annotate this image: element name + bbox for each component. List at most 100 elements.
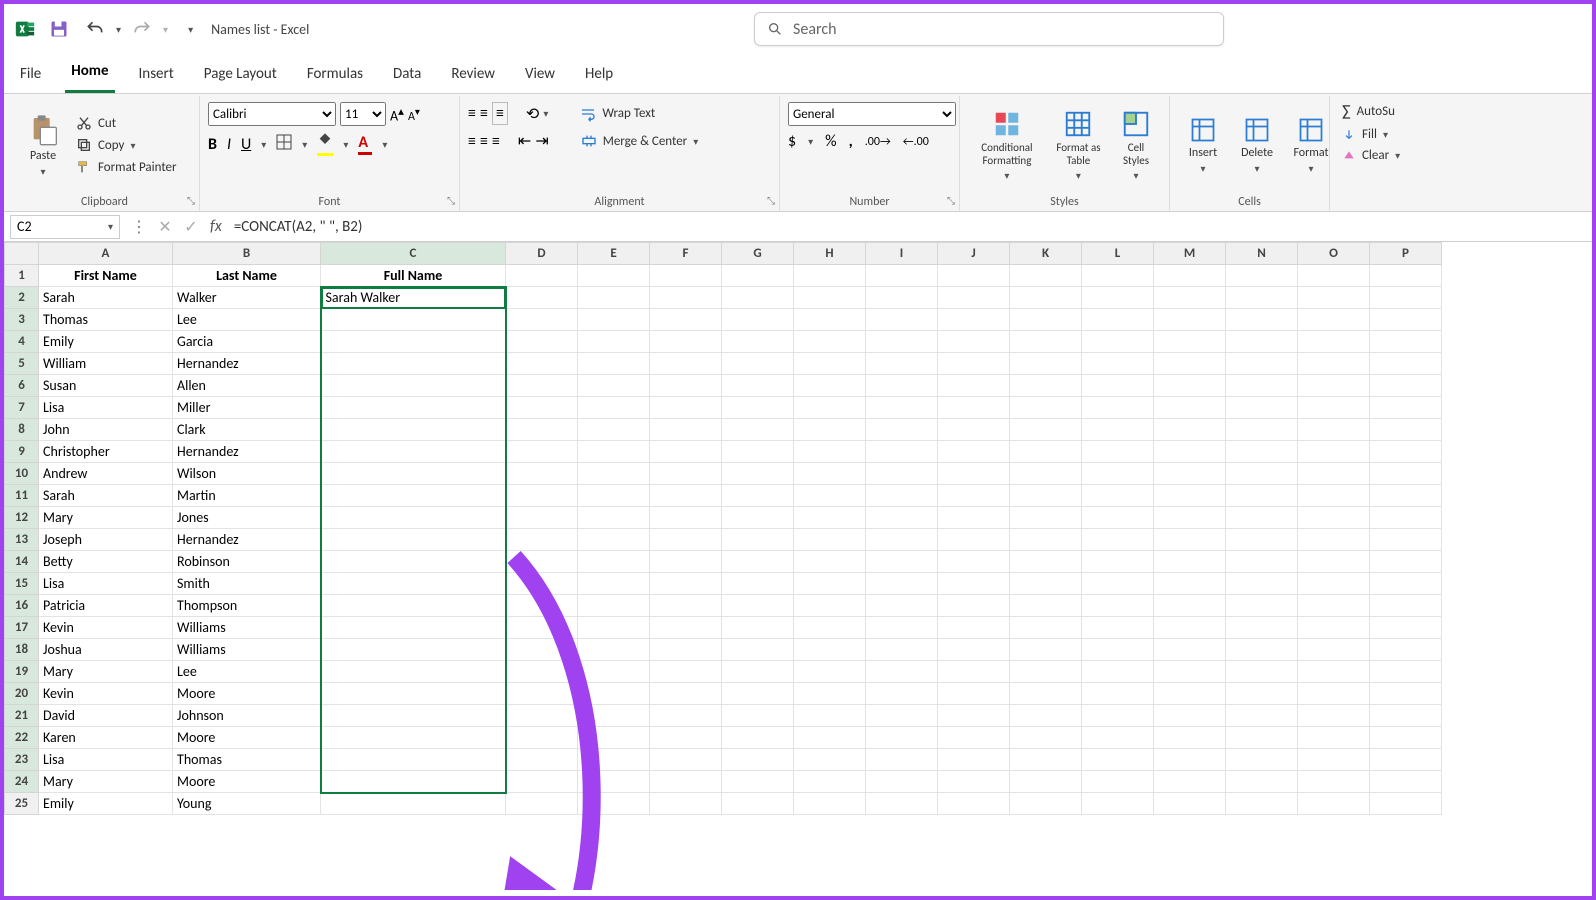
row-header-2[interactable]: 2 xyxy=(5,287,39,309)
cell-N22[interactable] xyxy=(1226,727,1298,749)
cell-D10[interactable] xyxy=(506,463,578,485)
cell-D24[interactable] xyxy=(506,771,578,793)
cell-H1[interactable] xyxy=(794,265,866,287)
row-header-7[interactable]: 7 xyxy=(5,397,39,419)
col-header-I[interactable]: I xyxy=(866,243,938,265)
cell-E20[interactable] xyxy=(578,683,650,705)
name-menu-icon[interactable]: ⋮ xyxy=(126,217,152,237)
cell-G24[interactable] xyxy=(722,771,794,793)
cell-A14[interactable]: Betty xyxy=(39,551,173,573)
cell-G19[interactable] xyxy=(722,661,794,683)
cell-N4[interactable] xyxy=(1226,331,1298,353)
cell-K13[interactable] xyxy=(1010,529,1082,551)
cell-A11[interactable]: Sarah xyxy=(39,485,173,507)
paste-button[interactable]: Paste ▾ xyxy=(18,111,68,180)
cell-H24[interactable] xyxy=(794,771,866,793)
cell-P20[interactable] xyxy=(1370,683,1442,705)
orientation-button[interactable]: ⟲ xyxy=(526,104,539,124)
row-header-25[interactable]: 25 xyxy=(5,793,39,815)
cell-M9[interactable] xyxy=(1154,441,1226,463)
cell-J7[interactable] xyxy=(938,397,1010,419)
row-header-20[interactable]: 20 xyxy=(5,683,39,705)
tab-page-layout[interactable]: Page Layout xyxy=(198,57,283,93)
cell-J3[interactable] xyxy=(938,309,1010,331)
cell-K25[interactable] xyxy=(1010,793,1082,815)
cell-B23[interactable]: Thomas xyxy=(173,749,321,771)
cell-M17[interactable] xyxy=(1154,617,1226,639)
cell-C21[interactable] xyxy=(321,705,506,727)
cell-J12[interactable] xyxy=(938,507,1010,529)
cell-G21[interactable] xyxy=(722,705,794,727)
cell-I3[interactable] xyxy=(866,309,938,331)
cell-A2[interactable]: Sarah xyxy=(39,287,173,309)
cell-A8[interactable]: John xyxy=(39,419,173,441)
cell-J21[interactable] xyxy=(938,705,1010,727)
cell-B16[interactable]: Thompson xyxy=(173,595,321,617)
cell-E19[interactable] xyxy=(578,661,650,683)
cell-M23[interactable] xyxy=(1154,749,1226,771)
align-center-icon[interactable]: ≡ xyxy=(480,132,488,151)
cell-G7[interactable] xyxy=(722,397,794,419)
cell-D12[interactable] xyxy=(506,507,578,529)
cell-H17[interactable] xyxy=(794,617,866,639)
cell-D19[interactable] xyxy=(506,661,578,683)
cell-D4[interactable] xyxy=(506,331,578,353)
tab-help[interactable]: Help xyxy=(579,57,619,93)
copy-button[interactable]: Copy▾ xyxy=(72,135,181,155)
tab-insert[interactable]: Insert xyxy=(133,57,180,93)
cell-N23[interactable] xyxy=(1226,749,1298,771)
cell-K4[interactable] xyxy=(1010,331,1082,353)
tab-view[interactable]: View xyxy=(519,57,561,93)
cell-M22[interactable] xyxy=(1154,727,1226,749)
row-header-3[interactable]: 3 xyxy=(5,309,39,331)
font-color-button[interactable]: A xyxy=(358,133,372,155)
worksheet-grid[interactable]: ABCDEFGHIJKLMNOP1First NameLast NameFull… xyxy=(4,242,1592,890)
cell-P21[interactable] xyxy=(1370,705,1442,727)
increase-font-icon[interactable]: A▴ xyxy=(390,104,404,125)
cell-I1[interactable] xyxy=(866,265,938,287)
cell-O24[interactable] xyxy=(1298,771,1370,793)
cell-P18[interactable] xyxy=(1370,639,1442,661)
cell-I4[interactable] xyxy=(866,331,938,353)
row-header-16[interactable]: 16 xyxy=(5,595,39,617)
cell-O19[interactable] xyxy=(1298,661,1370,683)
row-header-11[interactable]: 11 xyxy=(5,485,39,507)
cell-E3[interactable] xyxy=(578,309,650,331)
cell-L18[interactable] xyxy=(1082,639,1154,661)
save-button[interactable] xyxy=(44,14,74,44)
cell-J13[interactable] xyxy=(938,529,1010,551)
cell-A13[interactable]: Joseph xyxy=(39,529,173,551)
cell-F18[interactable] xyxy=(650,639,722,661)
cell-P16[interactable] xyxy=(1370,595,1442,617)
cancel-formula-icon[interactable]: ✕ xyxy=(152,217,178,237)
cell-G16[interactable] xyxy=(722,595,794,617)
col-header-F[interactable]: F xyxy=(650,243,722,265)
cell-L5[interactable] xyxy=(1082,353,1154,375)
decrease-font-icon[interactable]: A▾ xyxy=(408,105,420,124)
cell-I8[interactable] xyxy=(866,419,938,441)
cell-K14[interactable] xyxy=(1010,551,1082,573)
row-header-22[interactable]: 22 xyxy=(5,727,39,749)
cell-N8[interactable] xyxy=(1226,419,1298,441)
cell-K18[interactable] xyxy=(1010,639,1082,661)
cell-O16[interactable] xyxy=(1298,595,1370,617)
cell-D6[interactable] xyxy=(506,375,578,397)
cell-O23[interactable] xyxy=(1298,749,1370,771)
cell-I24[interactable] xyxy=(866,771,938,793)
cell-C7[interactable] xyxy=(321,397,506,419)
cell-D2[interactable] xyxy=(506,287,578,309)
search-input[interactable]: Search xyxy=(754,12,1224,46)
cell-D14[interactable] xyxy=(506,551,578,573)
cell-C18[interactable] xyxy=(321,639,506,661)
cell-P15[interactable] xyxy=(1370,573,1442,595)
cell-E17[interactable] xyxy=(578,617,650,639)
cell-P17[interactable] xyxy=(1370,617,1442,639)
cell-B14[interactable]: Robinson xyxy=(173,551,321,573)
cell-O8[interactable] xyxy=(1298,419,1370,441)
cell-I22[interactable] xyxy=(866,727,938,749)
cell-M20[interactable] xyxy=(1154,683,1226,705)
cell-K21[interactable] xyxy=(1010,705,1082,727)
cell-L14[interactable] xyxy=(1082,551,1154,573)
cell-H13[interactable] xyxy=(794,529,866,551)
cell-C9[interactable] xyxy=(321,441,506,463)
